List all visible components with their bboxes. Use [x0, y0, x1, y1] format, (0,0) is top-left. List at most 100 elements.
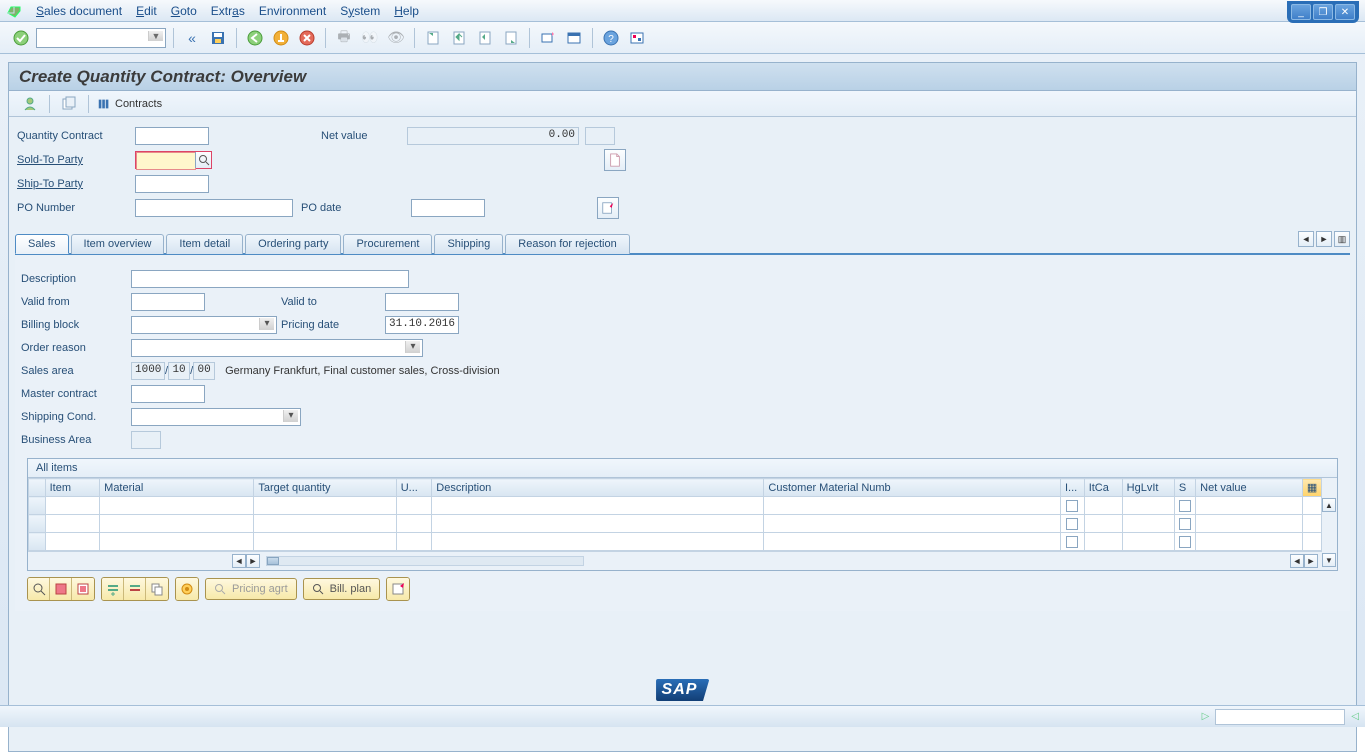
bill-plan-button[interactable]: Bill. plan: [303, 578, 381, 600]
insert-line-icon[interactable]: [102, 578, 124, 600]
prev-page-icon[interactable]: [448, 27, 470, 49]
tab-reason-rejection[interactable]: Reason for rejection: [505, 234, 629, 254]
tab-scroll-left-icon[interactable]: ◄: [1298, 231, 1314, 247]
order-reason-combo[interactable]: [131, 339, 423, 357]
ship-to-field[interactable]: [135, 175, 209, 193]
enter-button[interactable]: [10, 27, 32, 49]
shipping-cond-combo[interactable]: [131, 408, 301, 426]
col-material[interactable]: Material: [100, 479, 254, 497]
customize-icon[interactable]: [626, 27, 648, 49]
scroll-left-icon[interactable]: ◄: [232, 554, 246, 568]
menu-sales-document[interactable]: SSales documentales document: [36, 4, 122, 18]
checkbox[interactable]: [1066, 518, 1078, 530]
contracts-button[interactable]: Contracts: [97, 97, 162, 111]
scroll-track[interactable]: [266, 556, 584, 566]
tab-panel-sales: Description Valid from Valid to Billing …: [15, 255, 1350, 611]
display-icon[interactable]: [58, 93, 80, 115]
checkbox[interactable]: [1179, 518, 1191, 530]
document-icon-button[interactable]: [604, 149, 626, 171]
po-date-field[interactable]: [411, 199, 485, 217]
restore-button[interactable]: ❐: [1313, 4, 1333, 20]
col-uom[interactable]: U...: [396, 479, 432, 497]
col-s[interactable]: S: [1174, 479, 1195, 497]
dbl-arrow-left-icon[interactable]: «: [181, 27, 203, 49]
valid-to-field[interactable]: [385, 293, 459, 311]
last-page-icon[interactable]: [500, 27, 522, 49]
close-window-button[interactable]: ✕: [1335, 4, 1355, 20]
po-number-field[interactable]: [135, 199, 293, 217]
deselect-all-icon[interactable]: [72, 578, 94, 600]
layout-icon[interactable]: [563, 27, 585, 49]
menu-extras[interactable]: Extras: [211, 4, 245, 18]
table-row[interactable]: [29, 533, 1322, 551]
minimize-button[interactable]: _: [1291, 4, 1311, 20]
business-area-field: [131, 431, 161, 449]
sold-to-label[interactable]: Sold-To Party: [17, 154, 129, 166]
separator: [414, 28, 415, 48]
exit-icon[interactable]: [270, 27, 292, 49]
cancel-icon[interactable]: [296, 27, 318, 49]
status-expand-icon[interactable]: ▷: [1202, 711, 1210, 722]
col-netvalue[interactable]: Net value: [1196, 479, 1303, 497]
menu-system[interactable]: System: [340, 4, 380, 18]
menu-goto[interactable]: Goto: [171, 4, 197, 18]
quantity-contract-field[interactable]: [135, 127, 209, 145]
scroll-up-icon[interactable]: ▲: [1322, 498, 1336, 512]
table-row[interactable]: [29, 515, 1322, 533]
pricing-date-field[interactable]: 31.10.2016: [385, 316, 459, 334]
back-icon[interactable]: [244, 27, 266, 49]
next-page-icon[interactable]: [474, 27, 496, 49]
tab-item-overview[interactable]: Item overview: [71, 234, 165, 254]
scroll-down-icon[interactable]: ▼: [1322, 553, 1336, 567]
billing-block-combo[interactable]: [131, 316, 277, 334]
refresh-icon[interactable]: [387, 578, 409, 600]
menu-help[interactable]: Help: [394, 4, 419, 18]
menu-environment[interactable]: Environment: [259, 4, 326, 18]
command-field-icon[interactable]: [6, 3, 22, 19]
col-config-icon[interactable]: ▦: [1302, 479, 1321, 497]
select-detail-icon[interactable]: [28, 578, 50, 600]
tab-ordering-party[interactable]: Ordering party: [245, 234, 341, 254]
ship-to-label[interactable]: Ship-To Party: [17, 178, 129, 190]
checkbox[interactable]: [1179, 536, 1191, 548]
row-selector-header[interactable]: [29, 479, 46, 497]
description-field[interactable]: [131, 270, 409, 288]
tab-item-detail[interactable]: Item detail: [166, 234, 243, 254]
col-description[interactable]: Description: [432, 479, 764, 497]
copy-line-icon[interactable]: [146, 578, 168, 600]
checkbox[interactable]: [1066, 536, 1078, 548]
scroll-left2-icon[interactable]: ◄: [1290, 554, 1304, 568]
new-session-icon[interactable]: [537, 27, 559, 49]
col-item[interactable]: Item: [45, 479, 100, 497]
save-icon[interactable]: [207, 27, 229, 49]
scroll-right-icon[interactable]: ►: [246, 554, 260, 568]
menu-edit[interactable]: Edit: [136, 4, 157, 18]
tab-list-icon[interactable]: ▥: [1334, 231, 1350, 247]
tab-scroll-right-icon[interactable]: ►: [1316, 231, 1332, 247]
col-target-qty[interactable]: Target quantity: [254, 479, 396, 497]
tab-procurement[interactable]: Procurement: [343, 234, 432, 254]
delete-line-icon[interactable]: [124, 578, 146, 600]
sold-to-field[interactable]: [136, 152, 196, 170]
command-field[interactable]: [36, 28, 166, 48]
help-icon[interactable]: ?: [600, 27, 622, 49]
change-history-icon[interactable]: [597, 197, 619, 219]
table-row[interactable]: [29, 497, 1322, 515]
master-contract-field[interactable]: [131, 385, 205, 403]
tab-shipping[interactable]: Shipping: [434, 234, 503, 254]
search-help-icon[interactable]: [195, 152, 211, 168]
first-page-icon[interactable]: [422, 27, 444, 49]
checkbox[interactable]: [1179, 500, 1191, 512]
select-all-icon[interactable]: [50, 578, 72, 600]
tab-sales[interactable]: Sales: [15, 234, 69, 254]
valid-from-field[interactable]: [131, 293, 205, 311]
col-itca[interactable]: ItCa: [1084, 479, 1122, 497]
col-hglvit[interactable]: HgLvIt: [1122, 479, 1174, 497]
person-icon[interactable]: [19, 93, 41, 115]
col-i[interactable]: I...: [1060, 479, 1084, 497]
col-cust-material[interactable]: Customer Material Numb: [764, 479, 1061, 497]
conditions-icon[interactable]: [176, 578, 198, 600]
status-menu-icon[interactable]: ◁: [1351, 711, 1359, 722]
scroll-right2-icon[interactable]: ►: [1304, 554, 1318, 568]
checkbox[interactable]: [1066, 500, 1078, 512]
